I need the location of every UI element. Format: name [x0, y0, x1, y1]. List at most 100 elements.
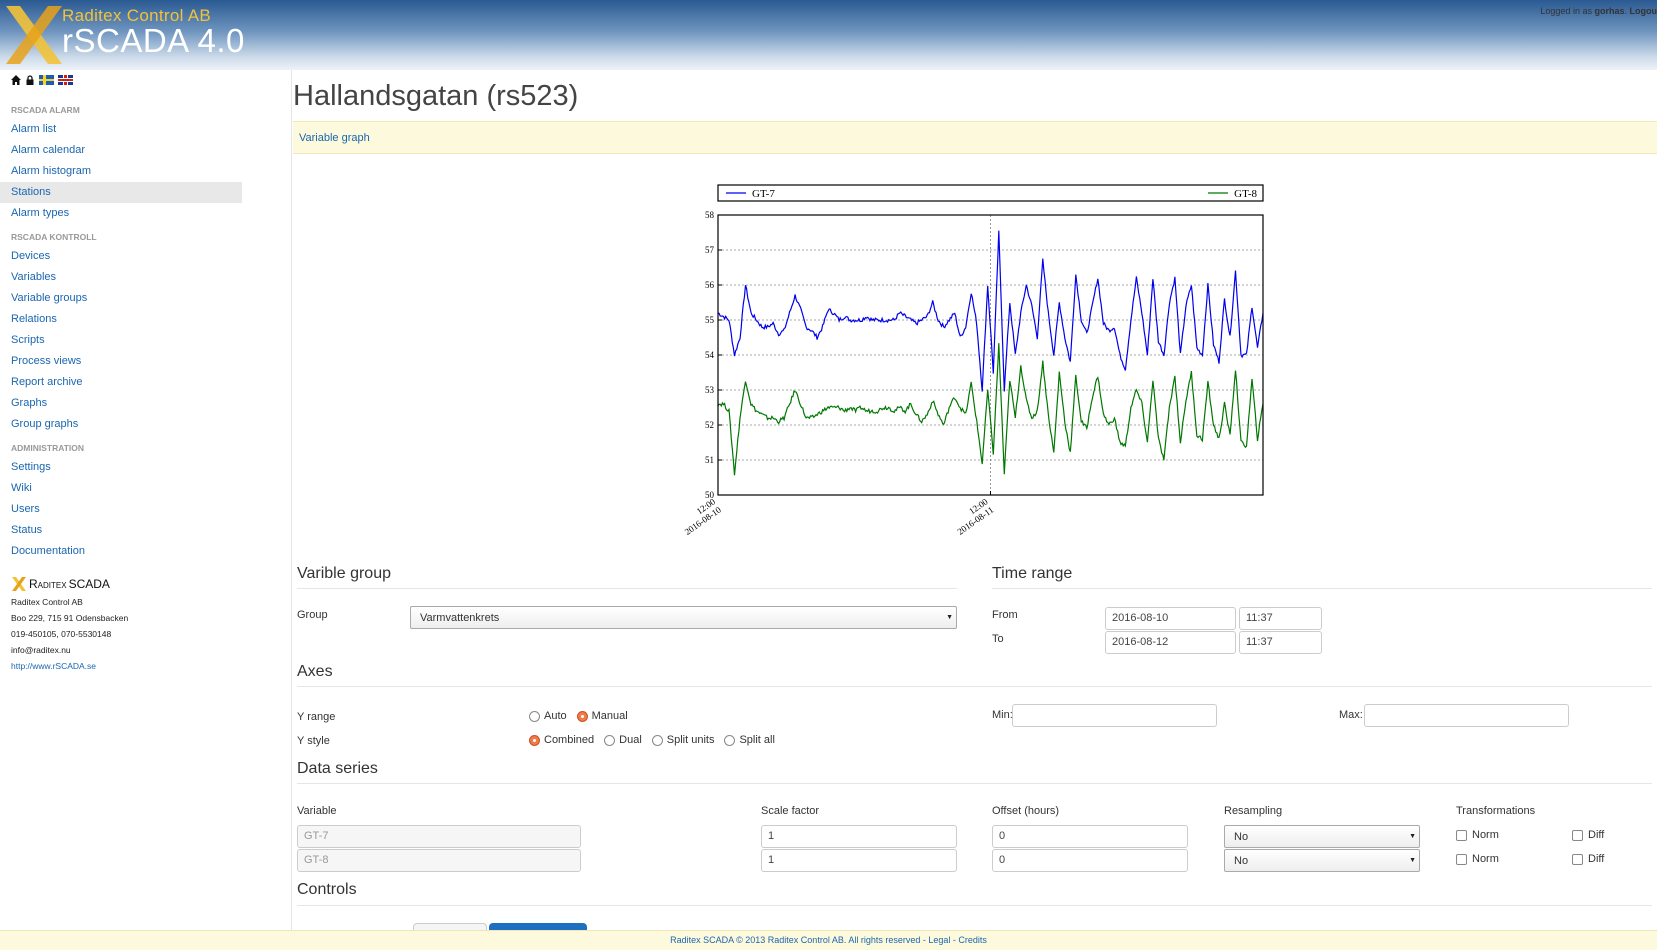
diff-checkbox-row: Diff [1572, 853, 1604, 865]
sidebar-item-users[interactable]: Users [0, 499, 242, 520]
divider [992, 588, 1652, 589]
sidebar-item-settings[interactable]: Settings [0, 457, 242, 478]
sidebar-item-group-graphs[interactable]: Group graphs [0, 414, 242, 435]
chart-panel: 50 51 52 53 54 55 56 57 58 12:00 2016-08-10 12:00 20… [655, 157, 1295, 547]
sidebar-item-alarm-histogram[interactable]: Alarm histogram [0, 161, 242, 182]
sidebar-item-report-archive[interactable]: Report archive [0, 372, 242, 393]
logo-text-b: SCADA [68, 577, 110, 591]
raditexscada-logo: Raditex SCADA [11, 576, 242, 592]
ystyle-combined-radio[interactable] [529, 734, 540, 746]
to-date-input[interactable]: 2016-08-12 [1105, 631, 1236, 654]
series-resampling-select[interactable]: No ▼ [1224, 825, 1420, 848]
col-header-offset: Offset (hours) [992, 805, 1060, 817]
sidebar-item-devices[interactable]: Devices [0, 246, 242, 267]
y-tick-label: 54 [705, 350, 715, 360]
series-offset-input[interactable]: 0 [992, 825, 1188, 848]
divider [297, 588, 957, 589]
series-scale-input[interactable]: 1 [761, 825, 957, 848]
sidebar-item-graphs[interactable]: Graphs [0, 393, 242, 414]
logged-in-prefix: Logged in as [1540, 6, 1592, 16]
chevron-down-icon: ▼ [946, 614, 953, 621]
group-select-value: Varmvattenkrets [420, 612, 500, 624]
radio-label: Dual [619, 734, 642, 746]
subnav-variable-graph-link[interactable]: Variable graph [299, 132, 370, 144]
ystyle-dual-radio[interactable] [604, 734, 616, 746]
radio-label: Combined [544, 734, 595, 746]
legend-label: GT-7 [752, 188, 775, 200]
yrange-label: Y range [297, 711, 336, 723]
legend-box [717, 184, 1264, 202]
logout-link[interactable]: Logou [1630, 6, 1657, 16]
sidebar-item-variables[interactable]: Variables [0, 267, 242, 288]
x-logo-icon [12, 577, 26, 591]
sidebar-item-alarm-list[interactable]: Alarm list [0, 119, 242, 140]
username[interactable]: gorhas [1594, 6, 1624, 16]
radio-label: Split units [666, 734, 715, 746]
from-time-input[interactable]: 11:37 [1239, 607, 1322, 630]
ystyle-radio-group: Combined Dual Split units Split all [529, 734, 785, 746]
y-tick-label: 52 [705, 420, 714, 430]
norm-checkbox[interactable] [1456, 829, 1467, 841]
contact-phone: 019-450105, 070-5530148 [11, 629, 112, 639]
home-icon[interactable] [11, 75, 21, 85]
series-variable-field: GT-7 [297, 825, 581, 848]
radio-label: Manual [591, 710, 628, 722]
sidebar-item-scripts[interactable]: Scripts [0, 330, 242, 351]
min-label: Min: [992, 709, 1013, 721]
sidebar-item-status[interactable]: Status [0, 520, 242, 541]
y-tick-label: 56 [705, 280, 715, 290]
sidebar-item-stations[interactable]: Stations [0, 182, 242, 203]
col-header-resampling: Resampling [1224, 805, 1283, 817]
ymax-input[interactable] [1364, 704, 1569, 727]
y-tick-label: 58 [705, 210, 715, 220]
y-tick-label: 51 [705, 455, 714, 465]
sidebar-item-process-views[interactable]: Process views [0, 351, 242, 372]
sidebar-item-variable-groups[interactable]: Variable groups [0, 288, 242, 309]
lock-icon[interactable] [25, 75, 35, 85]
contact-website-link[interactable]: http://www.rSCADA.se [11, 661, 96, 671]
chevron-down-icon: ▼ [1409, 857, 1416, 864]
contact-info: Raditex SCADA Raditex Control AB Boo 229,… [0, 576, 242, 674]
page-footer: Raditex SCADA © 2013 Raditex Control AB.… [0, 930, 1657, 950]
norm-checkbox[interactable] [1456, 853, 1467, 865]
series-resampling-select[interactable]: No ▼ [1224, 849, 1420, 872]
from-date-input[interactable]: 2016-08-10 [1105, 607, 1236, 630]
login-status: Logged in as gorhas. Logou [1540, 6, 1657, 16]
series-scale-input[interactable]: 1 [761, 849, 957, 872]
diff-checkbox[interactable] [1572, 829, 1583, 841]
yrange-auto-radio[interactable] [529, 710, 540, 722]
col-header-variable: Variable [297, 805, 337, 817]
sidebar-header-alarm: RSCADA ALARM [11, 105, 80, 115]
divider [297, 686, 1652, 687]
controls-title: Controls [297, 881, 357, 898]
divider [297, 905, 1652, 906]
contact-email: info@raditex.nu [11, 645, 71, 655]
col-header-scale: Scale factor [761, 805, 820, 817]
norm-checkbox-row: Norm [1456, 829, 1499, 841]
series-offset-input[interactable]: 0 [992, 849, 1188, 872]
sidebar-item-wiki[interactable]: Wiki [0, 478, 242, 499]
flag-gb-icon[interactable] [58, 75, 73, 85]
diff-checkbox[interactable] [1572, 853, 1583, 865]
sidebar-item-documentation[interactable]: Documentation [0, 541, 242, 562]
to-time-input[interactable]: 11:37 [1239, 631, 1322, 654]
ystyle-split-units-radio[interactable] [651, 734, 663, 746]
ystyle-split-all-radio[interactable] [724, 734, 736, 746]
yrange-manual-radio[interactable] [576, 710, 588, 722]
sidebar-header-kontroll: RSCADA KONTROLL [11, 232, 97, 242]
sidebar-item-alarm-calendar[interactable]: Alarm calendar [0, 140, 242, 161]
axes-title: Axes [297, 663, 333, 680]
norm-checkbox-row: Norm [1456, 853, 1499, 865]
y-tick-label: 57 [705, 245, 715, 255]
ymin-input[interactable] [1012, 704, 1217, 727]
variable-group-title: Varible group [297, 565, 391, 582]
sidebar-item-relations[interactable]: Relations [0, 309, 242, 330]
diff-checkbox-row: Diff [1572, 829, 1604, 841]
group-label: Group [297, 609, 328, 621]
norm-label: Norm [1472, 853, 1499, 865]
flag-se-icon[interactable] [39, 75, 54, 85]
y-tick-label: 55 [705, 315, 715, 325]
diff-label: Diff [1588, 853, 1605, 865]
group-select[interactable]: Varmvattenkrets ▼ [410, 606, 957, 629]
sidebar-item-alarm-types[interactable]: Alarm types [0, 203, 242, 224]
